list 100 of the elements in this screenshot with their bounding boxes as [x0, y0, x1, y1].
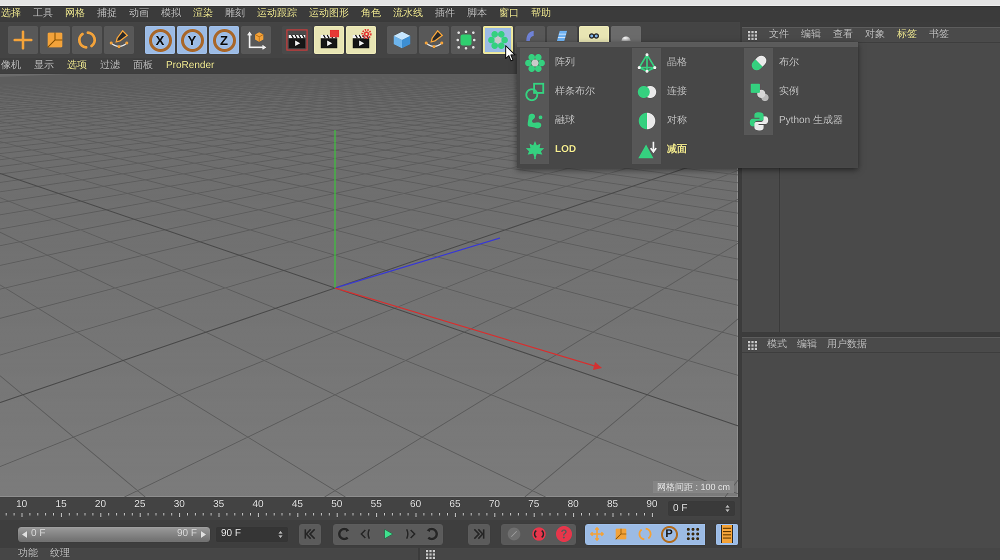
menu-item[interactable]: 帮助 — [531, 6, 551, 22]
clapperboard-icon — [286, 29, 308, 51]
menu-item[interactable]: 像机 — [1, 58, 21, 74]
python-logo-icon — [744, 106, 773, 135]
parameter-key-filter-button[interactable]: P — [657, 524, 681, 544]
axis-lock-button[interactable]: Z — [209, 26, 239, 54]
frame-number: 45 — [290, 499, 304, 511]
frame-number: 90 — [645, 499, 658, 511]
menu-item[interactable]: 过滤 — [100, 58, 120, 74]
frame-number: 10 — [15, 499, 28, 511]
move-icon — [12, 29, 34, 51]
grid-icon — [748, 340, 757, 350]
frame-number: 75 — [527, 499, 540, 511]
menu-item[interactable]: 流水线 — [393, 6, 423, 22]
pen-tool-button[interactable] — [419, 26, 449, 54]
menu-item[interactable]: 连接 — [632, 77, 744, 106]
move-icon — [589, 526, 605, 542]
left-triangle-icon — [22, 530, 27, 538]
question-mark-icon — [556, 526, 572, 542]
menu-item[interactable]: 运动图形 — [309, 6, 349, 22]
menu-item[interactable]: 对象 — [865, 28, 885, 42]
frame-number: 50 — [330, 499, 344, 511]
move-key-filter-button[interactable] — [585, 524, 609, 544]
menu-item[interactable]: 显示 — [34, 58, 54, 74]
menu-item[interactable]: 文件 — [769, 28, 789, 42]
menu-item[interactable]: 模式 — [767, 338, 787, 352]
cloner-button[interactable] — [483, 26, 513, 54]
current-frame-field[interactable]: 0 F — [668, 501, 735, 516]
axes-with-cube-icon — [245, 29, 267, 51]
menu-item[interactable]: 捕捉 — [97, 6, 117, 22]
menu-item[interactable]: 样条布尔 — [520, 77, 632, 106]
spinner-arrows-icon — [278, 530, 283, 538]
menu-item[interactable]: 工具 — [33, 6, 53, 22]
frame-number: 65 — [448, 499, 462, 511]
key-selection-button[interactable] — [551, 524, 576, 544]
menu-item[interactable]: 脚本 — [467, 6, 487, 22]
menu-item[interactable]: 雕刻 — [225, 6, 245, 22]
clapperboard-icon — [318, 29, 340, 51]
rotate-icon — [637, 526, 653, 542]
skip-to-start-icon — [302, 526, 318, 542]
render-picture-button[interactable] — [314, 26, 344, 54]
menu-item[interactable]: Python 生成器 — [744, 106, 856, 135]
menu-item[interactable]: 减面 — [632, 135, 744, 164]
cube-icon — [391, 29, 413, 51]
menu-item[interactable]: 实例 — [744, 77, 856, 106]
frame-number: 85 — [606, 499, 620, 511]
grid-icon — [748, 30, 757, 40]
move-tool-button[interactable] — [8, 26, 38, 54]
menu-item[interactable]: 书签 — [929, 28, 949, 42]
menu-item[interactable]: 窗口 — [499, 6, 519, 22]
menu-item[interactable]: 运动跟踪 — [257, 6, 297, 22]
render-settings-button[interactable] — [346, 26, 376, 54]
rotate-tool-button[interactable] — [72, 26, 102, 54]
menu-item[interactable]: 渲染 — [193, 6, 213, 22]
maple-leaf-icon — [520, 135, 549, 164]
coordinate-system-button[interactable] — [241, 26, 271, 54]
scale-icon — [613, 526, 629, 542]
circle-with-arcs-icon — [530, 526, 546, 542]
menu-item[interactable]: 融球 — [520, 106, 632, 135]
menu-item[interactable]: 查看 — [833, 28, 853, 42]
menu-item[interactable]: 插件 — [435, 6, 455, 22]
end-frame-field[interactable]: 90 F — [216, 526, 288, 542]
cube-button[interactable] — [387, 26, 417, 54]
menu-item[interactable]: 模拟 — [161, 6, 181, 22]
menu-item[interactable]: 面板 — [133, 58, 153, 74]
right-triangle-icon — [201, 530, 206, 538]
frame-number: 55 — [370, 499, 383, 511]
menu-item[interactable]: 用户数据 — [827, 338, 867, 352]
menu-item[interactable]: 编辑 — [801, 28, 821, 42]
menu-item[interactable]: 布尔 — [744, 48, 856, 77]
menu-item[interactable]: 网格 — [65, 6, 85, 22]
menu-item[interactable]: 选择 — [1, 6, 21, 22]
menu-item[interactable]: 阵列 — [520, 48, 632, 77]
menu-item[interactable]: ProRender — [166, 58, 214, 74]
axis-lock-button[interactable]: X — [145, 26, 175, 54]
mouse-cursor-icon — [505, 45, 516, 62]
polygon-object-button[interactable] — [451, 26, 481, 54]
left-arc-icon — [336, 526, 352, 542]
render-view-button[interactable] — [282, 26, 312, 54]
point-key-filter-button[interactable] — [681, 524, 705, 544]
frame-number: 70 — [488, 499, 501, 511]
menu-item[interactable]: 选项 — [67, 58, 87, 74]
menu-item[interactable]: 纹理 — [50, 548, 70, 560]
pen-tool-button[interactable] — [104, 26, 134, 54]
grid-icon — [426, 550, 435, 558]
scale-tool-button[interactable] — [40, 26, 70, 54]
menu-item[interactable]: 编辑 — [797, 338, 817, 352]
right-arc-icon — [424, 526, 440, 542]
axis-lock-button[interactable]: Y — [177, 26, 207, 54]
menu-item[interactable]: 角色 — [361, 6, 381, 22]
film-strip-icon — [721, 525, 733, 543]
menu-item[interactable]: LOD — [520, 135, 632, 164]
timeline-toggle-button[interactable] — [716, 524, 738, 544]
menu-item[interactable]: 功能 — [18, 548, 38, 560]
rotate-icon — [76, 29, 98, 51]
frame-number: 60 — [409, 499, 422, 511]
menu-item[interactable]: 动画 — [129, 6, 149, 22]
menu-item[interactable]: 晶格 — [632, 48, 744, 77]
menu-item[interactable]: 标签 — [897, 28, 917, 42]
menu-item[interactable]: 对称 — [632, 106, 744, 135]
